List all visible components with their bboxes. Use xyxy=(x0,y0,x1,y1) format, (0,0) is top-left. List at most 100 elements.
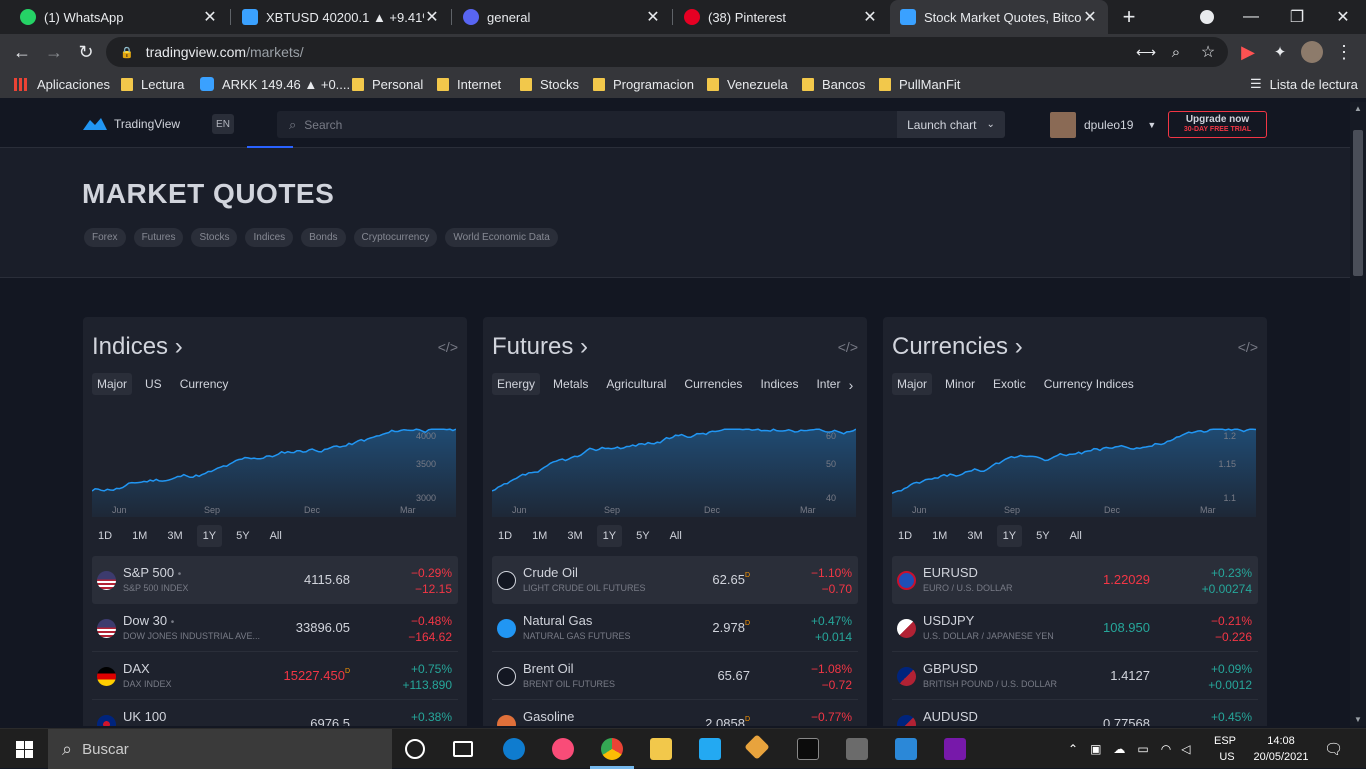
subtab[interactable]: Minor xyxy=(940,373,980,395)
quote-row[interactable]: DAX DAX INDEX 15227.450D +0.75% +113.890 xyxy=(92,652,458,700)
reading-list[interactable]: ☰ Lista de lectura xyxy=(1250,75,1358,93)
scroll-up-icon[interactable]: ▲ xyxy=(1354,104,1362,113)
chrome-icon[interactable] xyxy=(601,738,623,760)
onedrive-icon[interactable]: ☁ xyxy=(1113,742,1125,756)
subtab[interactable]: Currencies xyxy=(679,373,747,395)
tradingview-logo[interactable]: TradingView xyxy=(82,116,180,132)
launch-chart-button[interactable]: Launch chart ⌄ xyxy=(897,111,1005,138)
period-1m[interactable]: 1M xyxy=(926,525,953,547)
quote-row[interactable]: S&P 500 • S&P 500 INDEX 4115.68 −0.29% −1… xyxy=(92,556,458,604)
card-title[interactable]: Futures › xyxy=(492,333,588,361)
close-tab-icon[interactable]: ✕ xyxy=(424,7,440,27)
browser-tab[interactable]: (1) WhatsApp ✕ xyxy=(10,0,228,34)
notifications-icon[interactable]: 🗨 xyxy=(1324,729,1343,769)
onenote-icon[interactable] xyxy=(944,738,966,760)
pill-stocks[interactable]: Stocks xyxy=(191,228,238,247)
period-all[interactable]: All xyxy=(1064,525,1088,547)
browser-tab-active[interactable]: Stock Market Quotes, Bitcoin ✕ xyxy=(890,0,1108,34)
period-1y[interactable]: 1Y xyxy=(596,525,623,547)
battery-icon[interactable]: ▭ xyxy=(1137,742,1148,756)
terminal-icon[interactable] xyxy=(797,738,819,760)
back-button[interactable]: ← xyxy=(8,38,36,66)
close-tab-icon[interactable]: ✕ xyxy=(1082,7,1098,27)
subtab[interactable]: Currency Indices xyxy=(1039,373,1139,395)
period-1m[interactable]: 1M xyxy=(126,525,153,547)
clock[interactable]: 14:08 20/05/2021 xyxy=(1248,729,1314,769)
subtab[interactable]: Indices xyxy=(755,373,803,395)
period-1m[interactable]: 1M xyxy=(526,525,553,547)
tray-app-icon[interactable]: ▣ xyxy=(1090,742,1101,756)
cortana-icon[interactable] xyxy=(405,739,425,759)
period-3m[interactable]: 3M xyxy=(961,525,988,547)
file-explorer-icon[interactable] xyxy=(650,738,672,760)
quote-row[interactable]: Brent Oil BRENT OIL FUTURES 65.67 −1.08%… xyxy=(492,652,858,700)
subtab[interactable]: US xyxy=(140,373,167,395)
close-tab-icon[interactable]: ✕ xyxy=(202,7,218,27)
git-kraken-icon[interactable] xyxy=(744,734,770,760)
maximize-button[interactable]: ❐ xyxy=(1274,0,1320,34)
period-1y[interactable]: 1Y xyxy=(996,525,1023,547)
vscode-icon[interactable] xyxy=(699,738,721,760)
embed-code-icon[interactable]: </> xyxy=(438,339,458,355)
bookmark-folder[interactable]: Lectura xyxy=(121,75,184,93)
subtab[interactable]: Currency xyxy=(175,373,234,395)
calculator-icon[interactable] xyxy=(846,738,868,760)
search-input[interactable]: ⌕ Search xyxy=(277,111,897,138)
pill-cryptocurrency[interactable]: Cryptocurrency xyxy=(353,228,438,247)
quote-row[interactable]: AUDUSD 0.77568 +0.45% xyxy=(892,700,1258,726)
card-title[interactable]: Currencies › xyxy=(892,333,1023,361)
chevron-right-icon[interactable]: › xyxy=(841,377,861,393)
close-window-button[interactable]: ✕ xyxy=(1320,0,1366,34)
bookmark-folder[interactable]: PullManFit xyxy=(879,75,960,93)
forward-button[interactable]: → xyxy=(40,38,68,66)
address-bar[interactable]: 🔒 tradingview.com /markets/ xyxy=(106,37,1228,67)
period-1y[interactable]: 1Y xyxy=(196,525,223,547)
minimize-button[interactable]: — xyxy=(1228,0,1274,34)
calendar-icon[interactable] xyxy=(895,738,917,760)
bookmark-star-icon[interactable]: ☆ xyxy=(1194,38,1222,66)
browser-tab[interactable]: (38) Pinterest ✕ xyxy=(674,0,888,34)
bookmark-folder[interactable]: Stocks xyxy=(520,75,579,93)
period-1d[interactable]: 1D xyxy=(492,525,518,547)
translate-icon[interactable]: ⟷ xyxy=(1132,38,1160,66)
subtab[interactable]: Agricultural xyxy=(601,373,671,395)
sparkline-chart[interactable]: Jun Sep Dec Mar 60 50 40 xyxy=(492,413,856,517)
sparkline-chart[interactable]: Jun Sep Dec Mar 4000 3500 3000 xyxy=(92,413,456,517)
reload-button[interactable]: ↻ xyxy=(72,38,100,66)
extension-icon[interactable]: ▶ xyxy=(1234,38,1262,66)
browser-tab[interactable]: general ✕ xyxy=(453,0,671,34)
quote-row[interactable]: Natural Gas NATURAL GAS FUTURES 2.978D +… xyxy=(492,604,858,652)
pill-bonds[interactable]: Bonds xyxy=(301,228,346,247)
tray-chevron-up-icon[interactable]: ⌃ xyxy=(1068,742,1078,756)
extensions-puzzle-icon[interactable]: ✦ xyxy=(1266,38,1294,66)
period-1d[interactable]: 1D xyxy=(92,525,118,547)
card-title[interactable]: Indices › xyxy=(92,333,183,361)
embed-code-icon[interactable]: </> xyxy=(838,339,858,355)
period-1d[interactable]: 1D xyxy=(892,525,918,547)
period-3m[interactable]: 3M xyxy=(561,525,588,547)
period-3m[interactable]: 3M xyxy=(161,525,188,547)
period-5y[interactable]: 5Y xyxy=(230,525,255,547)
profile-avatar-icon[interactable] xyxy=(1298,38,1326,66)
upgrade-button[interactable]: Upgrade now 30-DAY FREE TRIAL xyxy=(1168,111,1267,138)
page-scrollbar[interactable]: ▲ ▼ xyxy=(1350,102,1366,726)
wifi-icon[interactable]: ◠ xyxy=(1161,742,1171,756)
bookmark-item[interactable]: ARKK 149.46 ▲ +0.... xyxy=(200,75,350,93)
close-tab-icon[interactable]: ✕ xyxy=(645,7,661,27)
volume-icon[interactable]: ◁ xyxy=(1181,742,1190,756)
period-all[interactable]: All xyxy=(664,525,688,547)
new-tab-button[interactable]: + xyxy=(1106,0,1152,34)
bookmark-folder[interactable]: Programacion xyxy=(593,75,694,93)
task-view-icon[interactable] xyxy=(453,741,473,757)
quote-row[interactable]: USDJPY U.S. DOLLAR / JAPANESE YEN 108.95… xyxy=(892,604,1258,652)
subtab[interactable]: Exotic xyxy=(988,373,1031,395)
pill-forex[interactable]: Forex xyxy=(84,228,126,247)
subtab[interactable]: Energy xyxy=(492,373,541,395)
pill-indices[interactable]: Indices xyxy=(245,228,294,247)
quote-row[interactable]: Crude Oil LIGHT CRUDE OIL FUTURES 62.65D… xyxy=(492,556,858,604)
bookmark-folder[interactable]: Internet xyxy=(437,75,501,93)
embed-code-icon[interactable]: </> xyxy=(1238,339,1258,355)
scrollbar-thumb[interactable] xyxy=(1353,130,1363,276)
scroll-down-icon[interactable]: ▼ xyxy=(1354,715,1362,724)
windows-start-icon[interactable] xyxy=(16,741,33,758)
